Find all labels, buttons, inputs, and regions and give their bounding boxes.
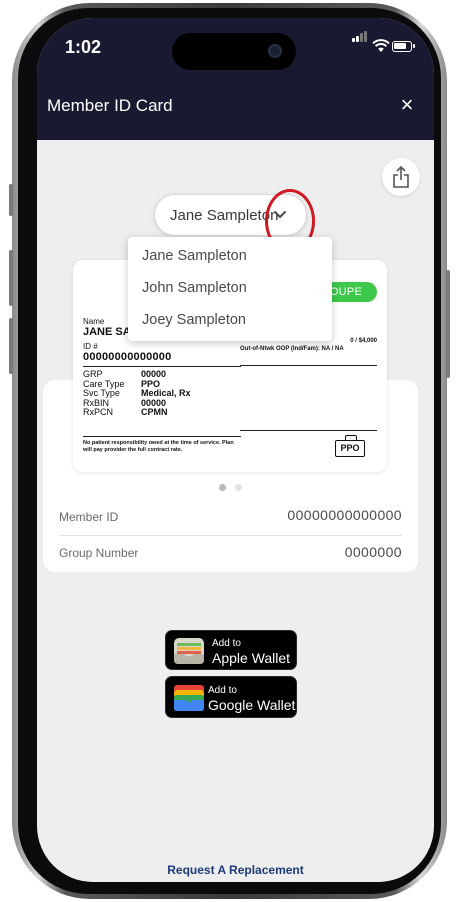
carousel-dot[interactable]	[235, 484, 242, 491]
member-option-joey[interactable]: Joey Sampleton	[142, 304, 246, 336]
dynamic-island	[172, 33, 296, 70]
phone-side-button	[9, 184, 13, 216]
member-option-jane[interactable]: Jane Sampleton	[142, 240, 247, 272]
phone-volume-up-button	[9, 250, 13, 306]
card-row-value: CPMN	[141, 407, 168, 417]
add-to-apple-wallet-button[interactable]: Add to Apple Wallet	[165, 630, 297, 670]
card-divider	[83, 435, 241, 437]
card-divider	[240, 430, 377, 431]
card-row-key: RxPCN	[83, 407, 114, 417]
member-id-label: Member ID	[59, 510, 119, 524]
app-screen: 1:02 Member ID Card × Member ID 00000000…	[37, 18, 434, 882]
app-header: 1:02 Member ID Card ×	[37, 18, 434, 140]
card-details-grid: GRP 00000 Care Type PPO Svc Type Medical…	[83, 369, 241, 418]
apple-wallet-small-text: Add to	[212, 638, 241, 649]
info-divider	[59, 535, 402, 536]
google-wallet-small-text: Add to	[208, 685, 237, 696]
close-button[interactable]: ×	[396, 94, 418, 116]
card-id-label: ID #	[83, 342, 98, 351]
member-select-value: Jane Sampleton	[170, 207, 279, 224]
carousel-dot-active[interactable]	[219, 484, 226, 491]
share-button[interactable]	[382, 158, 420, 196]
card-divider	[83, 366, 241, 367]
card-id-value: 00000000000000	[83, 351, 172, 363]
phone-power-button	[446, 270, 450, 378]
google-wallet-icon	[174, 685, 204, 711]
status-time: 1:02	[65, 37, 102, 57]
card-oop-out-network: Out-of-Ntwk OOP (Ind/Fam): NA / NA	[240, 346, 344, 352]
phone-volume-down-button	[9, 318, 13, 374]
card-footnote: No patient responsibility owed at the ti…	[83, 439, 234, 453]
share-icon	[393, 166, 409, 188]
request-replacement-link[interactable]: Request A Replacement	[37, 863, 434, 877]
wifi-icon	[372, 39, 390, 52]
camera-icon	[268, 44, 282, 58]
page-title: Member ID Card	[47, 96, 173, 115]
status-icons	[352, 31, 415, 54]
apple-wallet-big-text: Apple Wallet	[212, 650, 291, 666]
ppo-logo: PPO	[335, 435, 365, 457]
member-dropdown-menu: Jane Sampleton John Sampleton Joey Sampl…	[128, 237, 332, 341]
member-option-john[interactable]: John Sampleton	[142, 272, 247, 304]
member-id-value: 00000000000000	[287, 507, 402, 523]
group-number-value: 0000000	[344, 544, 402, 560]
battery-icon	[392, 41, 415, 52]
apple-wallet-icon	[174, 638, 204, 664]
card-divider	[240, 365, 377, 366]
group-number-label: Group Number	[59, 546, 139, 560]
add-to-google-wallet-button[interactable]: Add to Google Wallet	[165, 676, 297, 718]
google-wallet-big-text: Google Wallet	[208, 697, 296, 713]
